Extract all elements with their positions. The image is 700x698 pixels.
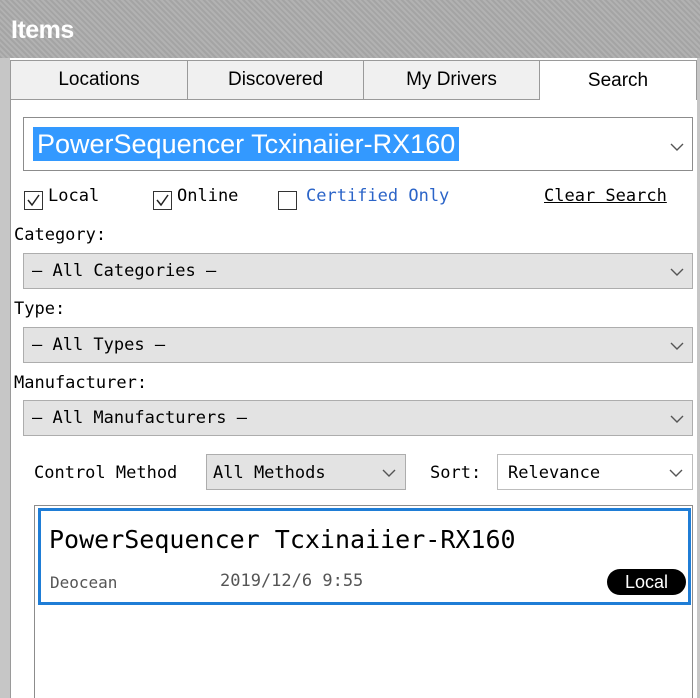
chevron-down-icon bbox=[669, 466, 683, 480]
result-date: 2019/12/6 9:55 bbox=[220, 571, 364, 591]
checkmark-icon bbox=[156, 194, 169, 207]
type-value: — All Types — bbox=[32, 335, 166, 355]
search-input-value: PowerSequencer Tcxinaiier-RX160 bbox=[33, 127, 460, 161]
type-select[interactable]: — All Types — bbox=[23, 327, 693, 363]
clear-search-link[interactable]: Clear Search bbox=[544, 186, 667, 206]
panel-title: Items bbox=[11, 16, 74, 44]
chevron-down-icon[interactable] bbox=[670, 140, 684, 154]
chevron-down-icon bbox=[670, 265, 684, 279]
control-method-label: Control Method bbox=[34, 463, 178, 483]
left-border bbox=[0, 58, 10, 698]
result-name: PowerSequencer Tcxinaiier-RX160 bbox=[49, 525, 516, 554]
panel-header: Items bbox=[0, 0, 700, 58]
manufacturer-label: Manufacturer: bbox=[14, 373, 148, 393]
local-checkbox[interactable] bbox=[24, 191, 43, 210]
chevron-down-icon bbox=[670, 339, 684, 353]
certified-only-checkbox[interactable] bbox=[278, 191, 297, 210]
online-label: Online bbox=[177, 186, 239, 206]
sort-select[interactable]: Relevance bbox=[497, 454, 693, 490]
result-manufacturer: Deocean bbox=[50, 573, 118, 592]
category-select[interactable]: — All Categories — bbox=[23, 253, 693, 289]
category-value: — All Categories — bbox=[32, 261, 217, 281]
tab-bar: Locations Discovered My Drivers Search bbox=[10, 60, 697, 100]
category-label: Category: bbox=[14, 225, 107, 245]
tab-my-drivers[interactable]: My Drivers bbox=[363, 60, 540, 100]
control-method-select[interactable]: All Methods bbox=[206, 454, 406, 490]
status-badge: Local bbox=[607, 569, 686, 595]
search-input[interactable]: PowerSequencer Tcxinaiier-RX160 bbox=[23, 117, 693, 171]
type-label: Type: bbox=[14, 299, 66, 319]
chevron-down-icon bbox=[670, 412, 684, 426]
manufacturer-value: — All Manufacturers — bbox=[32, 408, 247, 428]
tab-locations[interactable]: Locations bbox=[10, 60, 188, 100]
local-label: Local bbox=[48, 186, 100, 206]
tab-discovered[interactable]: Discovered bbox=[187, 60, 364, 100]
online-checkbox[interactable] bbox=[153, 191, 172, 210]
chevron-down-icon bbox=[382, 466, 396, 480]
sort-value: Relevance bbox=[508, 463, 601, 483]
list-item[interactable]: PowerSequencer Tcxinaiier-RX160 Deocean … bbox=[38, 508, 691, 605]
manufacturer-select[interactable]: — All Manufacturers — bbox=[23, 400, 693, 436]
tab-search[interactable]: Search bbox=[539, 60, 697, 100]
certified-only-label: Certified Only bbox=[306, 186, 450, 206]
control-method-value: All Methods bbox=[213, 463, 326, 483]
sort-label: Sort: bbox=[430, 463, 482, 483]
checkmark-icon bbox=[27, 194, 40, 207]
